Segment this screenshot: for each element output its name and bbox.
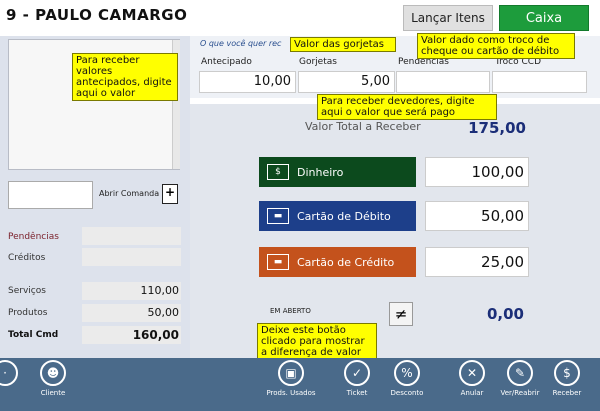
abrir-comanda-label: Abrir Comanda: [99, 189, 160, 198]
note-diferenca: Deixe este botão clicado para mostrar a …: [257, 323, 377, 360]
money-icon: $: [267, 164, 289, 180]
credito-input[interactable]: 25,00: [425, 247, 529, 277]
troco-ccd-input[interactable]: [492, 71, 587, 93]
total-receber-label: Valor Total a Receber: [305, 120, 421, 133]
toolbar-label: Receber: [552, 389, 582, 397]
toolbar-reabrir-button[interactable]: ✎ Ver/Reabrir: [495, 360, 545, 397]
ticket-icon: ✓: [344, 360, 370, 386]
toolbar-label: Anular: [460, 389, 484, 397]
pendencias-input[interactable]: [396, 71, 490, 93]
creditos-label: Créditos: [8, 253, 46, 263]
note-gorjetas: Valor das gorjetas: [290, 37, 396, 52]
pendencias-value: [82, 227, 181, 245]
em-aberto-value: 0,00: [426, 300, 530, 328]
debito-button[interactable]: ▬ Cartão de Débito: [259, 201, 416, 231]
toolbar-anular-button[interactable]: ✕ Anular: [447, 360, 497, 397]
caixa-button[interactable]: Caixa: [499, 5, 589, 31]
toolbar-label: Ticket: [346, 389, 368, 397]
partial-icon: ·: [0, 360, 18, 386]
card-icon: ▬: [267, 254, 289, 270]
total-cmd-label: Total Cmd: [8, 330, 59, 340]
box-icon: ▣: [278, 360, 304, 386]
antecipado-input[interactable]: 10,00: [199, 71, 296, 93]
toolbar-label: Desconto: [390, 389, 424, 397]
toolbar-ticket-button[interactable]: ✓ Ticket: [332, 360, 382, 397]
toolbar-receber-button[interactable]: $ Receber: [542, 360, 592, 397]
gorjetas-input[interactable]: 5,00: [298, 71, 395, 93]
comanda-input[interactable]: [8, 181, 93, 209]
antecipado-label: Antecipado: [201, 57, 252, 67]
page-title: 9 - PAULO CAMARGO: [6, 6, 188, 24]
dinheiro-label: Dinheiro: [297, 165, 344, 179]
note-devedores: Para receber devedores, digite aqui o va…: [317, 94, 497, 120]
lancar-itens-button[interactable]: Lançar Itens: [403, 5, 493, 31]
produtos-label: Produtos: [8, 308, 48, 318]
person-icon: ☻: [40, 360, 66, 386]
toolbar-label: Ver/Reabrir: [500, 389, 540, 397]
em-aberto-label: EM ABERTO: [270, 307, 311, 315]
toolbar-cliente-button[interactable]: ☻ Cliente: [28, 360, 78, 397]
dinheiro-button[interactable]: $ Dinheiro: [259, 157, 416, 187]
credito-button[interactable]: ▬ Cartão de Crédito: [259, 247, 416, 277]
dinheiro-input[interactable]: 100,00: [425, 157, 529, 187]
edit-icon: ✎: [507, 360, 533, 386]
servicos-value: 110,00: [82, 282, 181, 300]
percent-icon: %: [394, 360, 420, 386]
add-comanda-icon[interactable]: +: [162, 184, 178, 204]
cash-icon: $: [554, 360, 580, 386]
toolbar-label: Prods. Usados: [266, 389, 316, 397]
trash-icon: ✕: [459, 360, 485, 386]
diferenca-toggle-button[interactable]: ≠: [389, 302, 413, 326]
credito-label: Cartão de Crédito: [297, 255, 395, 269]
debito-input[interactable]: 50,00: [425, 201, 529, 231]
hint-text: O que você quer rec: [200, 39, 282, 48]
toolbar-label: Cliente: [40, 389, 66, 397]
pendencias-label: Pendências: [8, 232, 59, 242]
produtos-value: 50,00: [82, 304, 181, 322]
total-cmd-value: 160,00: [82, 326, 181, 344]
toolbar-desconto-button[interactable]: % Desconto: [382, 360, 432, 397]
toolbar-prods-button[interactable]: ▣ Prods. Usados: [266, 360, 316, 397]
card-icon: ▬: [267, 208, 289, 224]
debito-label: Cartão de Débito: [297, 209, 391, 223]
servicos-label: Serviços: [8, 286, 46, 296]
note-troco: Valor dado como troco de cheque ou cartã…: [417, 33, 575, 59]
note-antecipado: Para receber valores antecipados, digite…: [72, 53, 178, 101]
creditos-value: [82, 248, 181, 266]
toolbar-partial-button[interactable]: ·: [0, 360, 30, 386]
gorjetas-label: Gorjetas: [299, 57, 337, 67]
